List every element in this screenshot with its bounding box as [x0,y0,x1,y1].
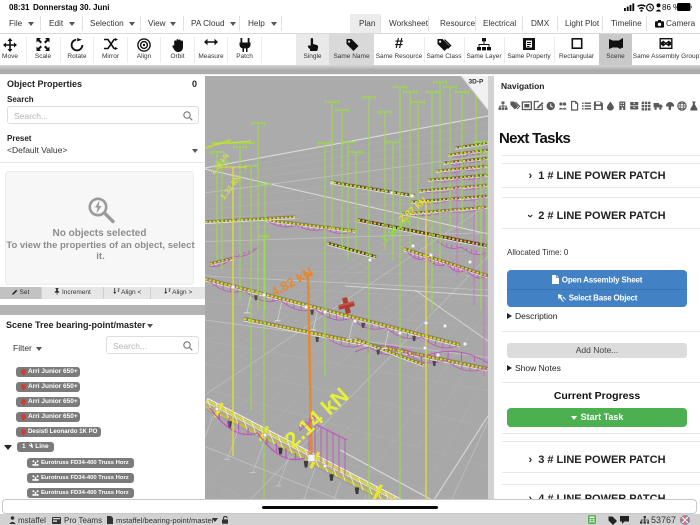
svg-text:3D-P: 3D-P [469,79,484,86]
